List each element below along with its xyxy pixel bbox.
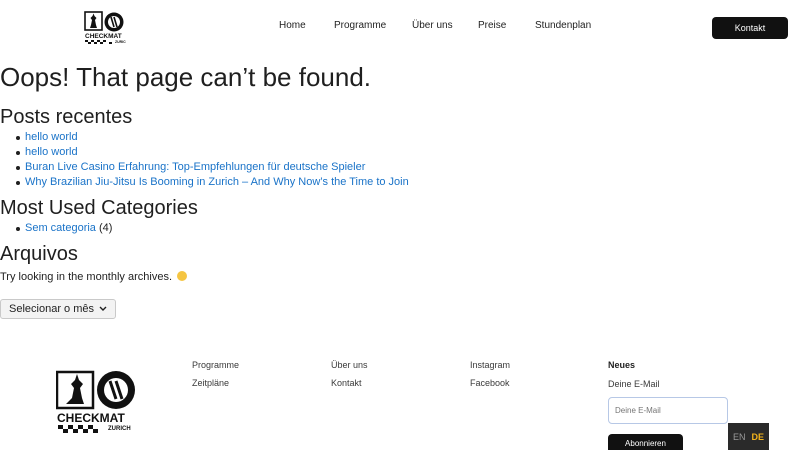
svg-text:ZURICH: ZURICH	[115, 40, 126, 44]
footer-link-programme[interactable]: Programme	[192, 360, 239, 370]
archives-text-label: Try looking in the monthly archives.	[0, 271, 172, 283]
list-item: hello world	[16, 130, 800, 145]
contact-button[interactable]: Kontakt	[712, 17, 788, 39]
nav-preise[interactable]: Preise	[478, 20, 506, 31]
category-count: (4)	[99, 222, 113, 234]
month-select[interactable]: Selecionar o mês	[0, 299, 116, 319]
newsletter-title: Neues	[608, 360, 636, 370]
list-item: hello world	[16, 145, 800, 160]
chevron-down-icon	[99, 306, 107, 311]
footer-link-zeitplane[interactable]: Zeitpläne	[192, 378, 229, 388]
newsletter-email-input[interactable]	[608, 397, 728, 424]
nav-stundenplan[interactable]: Stundenplan	[535, 20, 591, 31]
month-select-label: Selecionar o mês	[9, 303, 94, 315]
list-item: Buran Live Casino Erfahrung: Top-Empfehl…	[16, 160, 800, 175]
footer-link-kontakt[interactable]: Kontakt	[331, 378, 362, 388]
nav-uber-uns[interactable]: Über uns	[412, 20, 453, 31]
list-item: Sem categoria (4)	[16, 221, 800, 236]
recent-posts-list: hello world hello world Buran Live Casin…	[0, 130, 800, 190]
newsletter-label: Deine E-Mail	[608, 379, 660, 389]
main-content: Oops! That page can’t be found. Posts re…	[0, 60, 800, 319]
main-nav: Home Programme Über uns Preise Stundenpl…	[0, 20, 800, 36]
footer-logo-sub: ZURICH	[108, 426, 131, 432]
checkmat-footer-logo-icon[interactable]: CHECKMAT ZURICH	[56, 370, 138, 434]
footer-logo-text: CHECKMAT	[57, 411, 125, 425]
lang-en-option[interactable]: EN	[733, 432, 746, 442]
post-link[interactable]: Why Brazilian Jiu-Jitsu Is Booming in Zu…	[25, 176, 409, 188]
post-link[interactable]: Buran Live Casino Erfahrung: Top-Empfehl…	[25, 161, 365, 173]
category-link[interactable]: Sem categoria	[25, 222, 96, 234]
post-link[interactable]: hello world	[25, 131, 78, 143]
nav-programme[interactable]: Programme	[334, 20, 386, 31]
page-title: Oops! That page can’t be found.	[0, 62, 372, 92]
nav-home[interactable]: Home	[279, 20, 306, 31]
site-footer: CHECKMAT ZURICH Programme Zeitpläne Über…	[0, 348, 800, 450]
list-item: Why Brazilian Jiu-Jitsu Is Booming in Zu…	[16, 175, 800, 190]
subscribe-button[interactable]: Abonnieren	[608, 434, 683, 450]
categories-heading: Most Used Categories	[0, 197, 198, 219]
site-header: CHECKMAT ZURICH Home Programme Über uns …	[0, 0, 800, 56]
archives-heading: Arquivos	[0, 243, 78, 265]
footer-link-facebook[interactable]: Facebook	[470, 378, 510, 388]
footer-link-instagram[interactable]: Instagram	[470, 360, 510, 370]
lang-de-option[interactable]: DE	[752, 432, 765, 442]
language-switcher: EN DE	[728, 423, 769, 450]
smile-emoji-icon	[177, 271, 188, 281]
footer-link-uber-uns[interactable]: Über uns	[331, 360, 368, 370]
recent-posts-heading: Posts recentes	[0, 106, 133, 128]
archives-text: Try looking in the monthly archives.	[0, 270, 800, 285]
post-link[interactable]: hello world	[25, 146, 78, 158]
categories-list: Sem categoria (4)	[0, 221, 800, 236]
